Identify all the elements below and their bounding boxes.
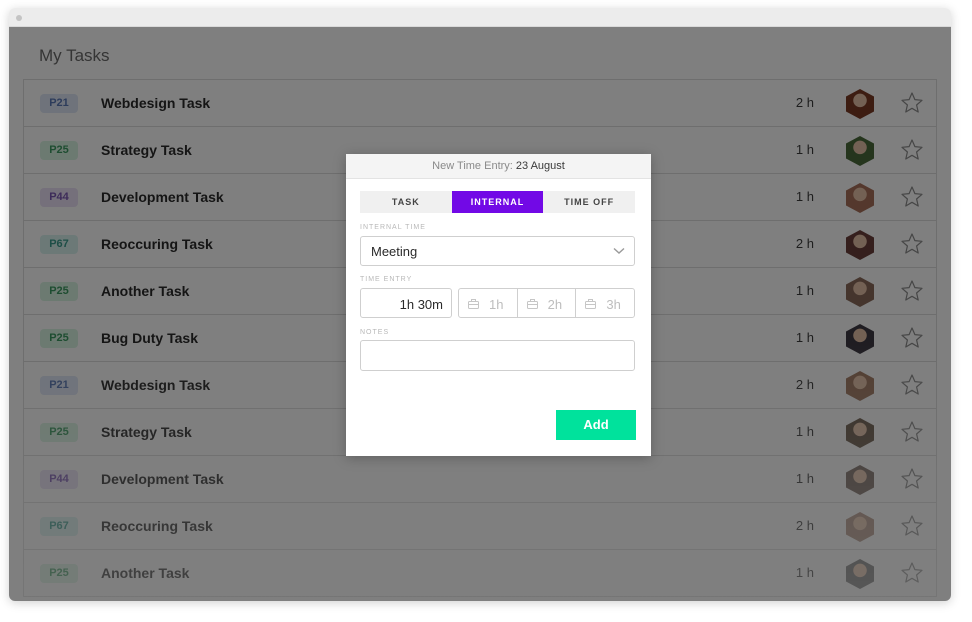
time-entry-value: 1h 30m	[399, 297, 443, 312]
new-time-entry-modal: New Time Entry: 23 August TASK INTERNAL …	[346, 154, 651, 456]
tab-task[interactable]: TASK	[360, 191, 452, 213]
preset-label: 2h	[547, 297, 563, 312]
internal-time-select[interactable]: Meeting	[360, 236, 635, 266]
preset-label: 3h	[606, 297, 621, 312]
preset-2h-button[interactable]: 2h	[516, 289, 576, 317]
internal-time-value: Meeting	[371, 244, 418, 259]
modal-header-prefix: New Time Entry:	[432, 160, 513, 172]
time-entry-input[interactable]: 1h 30m	[360, 288, 452, 318]
time-presets: 1h 2h 3h	[458, 288, 635, 318]
notes-label: NOTES	[360, 329, 390, 336]
modal-header-date: 23 August	[515, 160, 565, 172]
time-entry-label: TIME ENTRY	[360, 276, 413, 283]
add-button[interactable]: Add	[556, 410, 636, 440]
modal-header: New Time Entry: 23 August	[346, 154, 651, 179]
internal-time-label: INTERNAL TIME	[360, 224, 426, 231]
briefcase-icon	[585, 299, 597, 309]
preset-1h-button[interactable]: 1h	[459, 289, 517, 317]
preset-3h-button[interactable]: 3h	[575, 289, 634, 317]
window-titlebar	[9, 8, 951, 27]
tab-time-off[interactable]: TIME OFF	[543, 191, 635, 213]
entry-type-tabs: TASK INTERNAL TIME OFF	[360, 191, 635, 213]
briefcase-icon	[526, 299, 538, 309]
notes-field[interactable]	[360, 340, 635, 371]
briefcase-icon	[468, 299, 479, 309]
tab-internal[interactable]: INTERNAL	[451, 191, 544, 213]
window-close-dot[interactable]	[16, 15, 22, 21]
preset-label: 1h	[489, 297, 504, 312]
chevron-down-icon	[613, 247, 625, 254]
